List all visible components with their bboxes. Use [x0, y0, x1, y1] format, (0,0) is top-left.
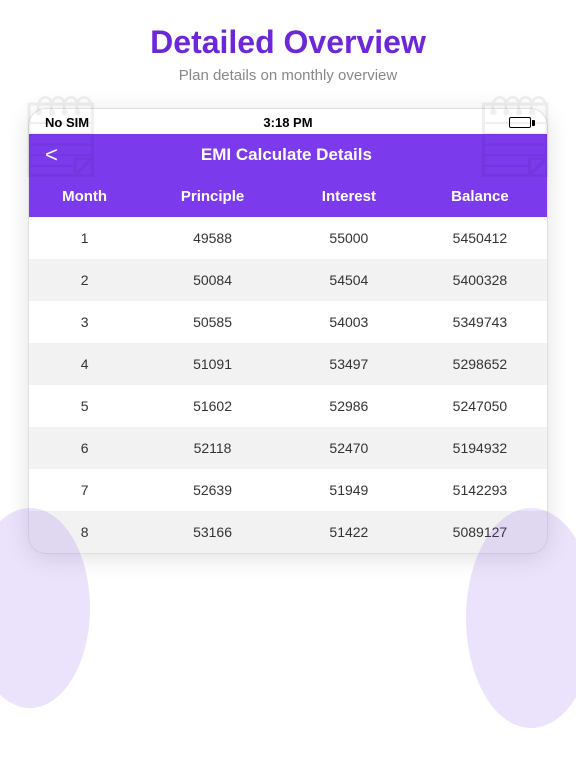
- cell-interest: 55000: [285, 217, 413, 259]
- col-header-principle: Principle: [140, 176, 285, 217]
- cell-month: 1: [29, 217, 140, 259]
- cell-interest: 54003: [285, 301, 413, 343]
- cell-month: 5: [29, 385, 140, 427]
- cell-month: 3: [29, 301, 140, 343]
- cell-balance: 5298652: [413, 343, 547, 385]
- cell-balance: 5349743: [413, 301, 547, 343]
- cell-interest: 51422: [285, 511, 413, 553]
- cell-interest: 52986: [285, 385, 413, 427]
- table-row: 250084545045400328: [29, 259, 547, 301]
- cell-balance: 5247050: [413, 385, 547, 427]
- cell-principle: 50084: [140, 259, 285, 301]
- cell-interest: 52470: [285, 427, 413, 469]
- page-title: Detailed Overview: [20, 24, 556, 61]
- cell-interest: 53497: [285, 343, 413, 385]
- cell-interest: 51949: [285, 469, 413, 511]
- emi-table: Month Principle Interest Balance 1495885…: [29, 176, 547, 553]
- cell-interest: 54504: [285, 259, 413, 301]
- carrier-label: No SIM: [45, 115, 89, 130]
- status-time: 3:18 PM: [263, 115, 312, 130]
- table-row: 551602529865247050: [29, 385, 547, 427]
- cell-month: 6: [29, 427, 140, 469]
- cell-principle: 51091: [140, 343, 285, 385]
- cell-principle: 53166: [140, 511, 285, 553]
- table-row: 752639519495142293: [29, 469, 547, 511]
- cell-balance: 5450412: [413, 217, 547, 259]
- cell-principle: 50585: [140, 301, 285, 343]
- table-row: 451091534975298652: [29, 343, 547, 385]
- table-row: 853166514225089127: [29, 511, 547, 553]
- watermark-icon-right: 🗒: [464, 90, 566, 184]
- cell-principle: 49588: [140, 217, 285, 259]
- cell-month: 4: [29, 343, 140, 385]
- col-header-interest: Interest: [285, 176, 413, 217]
- cell-principle: 52118: [140, 427, 285, 469]
- navbar-title: EMI Calculate Details: [70, 145, 531, 165]
- cell-principle: 51602: [140, 385, 285, 427]
- cell-balance: 5142293: [413, 469, 547, 511]
- table-row: 350585540035349743: [29, 301, 547, 343]
- cell-principle: 52639: [140, 469, 285, 511]
- table-row: 652118524705194932: [29, 427, 547, 469]
- battery-icon: [509, 117, 531, 128]
- table-row: 149588550005450412: [29, 217, 547, 259]
- watermark-icon-left: 🗒: [10, 90, 112, 184]
- page-subtitle: Plan details on monthly overview: [20, 67, 556, 84]
- cell-balance: 5194932: [413, 427, 547, 469]
- cell-month: 7: [29, 469, 140, 511]
- cell-balance: 5400328: [413, 259, 547, 301]
- cell-month: 2: [29, 259, 140, 301]
